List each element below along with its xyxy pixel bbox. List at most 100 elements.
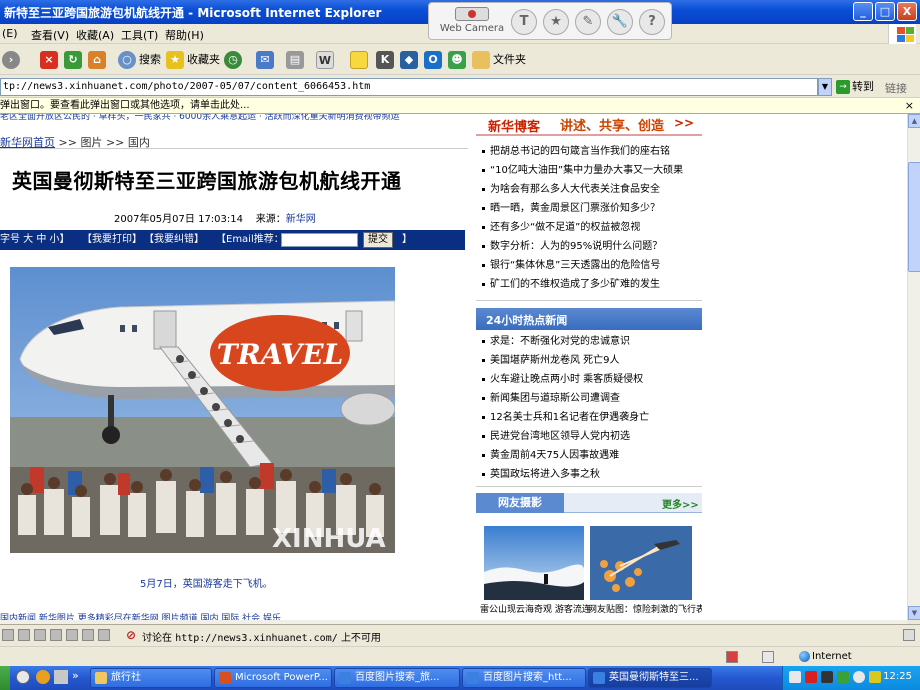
- list-item[interactable]: 英国政坛将进入多事之秋: [476, 465, 702, 484]
- menu-favorites[interactable]: 收藏(A): [76, 27, 114, 43]
- list-item[interactable]: 矿工们的不维权造成了多少矿难的发生: [476, 275, 702, 294]
- research-button[interactable]: ◆: [400, 49, 421, 71]
- list-item[interactable]: 为啥会有那么多人大代表关注食品安全: [476, 180, 702, 199]
- help-icon[interactable]: ?: [639, 9, 665, 35]
- discuss-icon[interactable]: [34, 629, 46, 641]
- mail-button[interactable]: ✉: [256, 49, 277, 71]
- home-button[interactable]: ⌂: [88, 49, 109, 71]
- forward-button[interactable]: ›: [2, 49, 23, 71]
- list-item[interactable]: 银行“集体休息”三天透露出的危险信号: [476, 256, 702, 275]
- popup-info-bar[interactable]: 弹出窗口。要查看此弹出窗口或其他选项，请单击此处... ×: [0, 98, 920, 114]
- quick-launch-icon[interactable]: [16, 670, 30, 684]
- maximize-button[interactable]: □: [875, 2, 895, 21]
- list-item[interactable]: 火车避让晚点两小时 乘客质疑侵权: [476, 370, 702, 389]
- taskbar-item-powerpoint[interactable]: Microsoft PowerP...: [214, 668, 332, 688]
- discuss-icon[interactable]: [50, 629, 62, 641]
- close-discuss-icon[interactable]: [903, 629, 915, 641]
- address-dropdown-icon[interactable]: ▼: [818, 78, 832, 96]
- tray-icon[interactable]: [821, 671, 833, 683]
- k-button[interactable]: K: [376, 49, 397, 71]
- menu-view[interactable]: 查看(V): [31, 27, 69, 43]
- menu-edit[interactable]: (E): [2, 27, 18, 40]
- email-input[interactable]: [281, 233, 358, 247]
- submit-button[interactable]: 提交: [363, 232, 393, 248]
- related-links-strip[interactable]: 国内新闻 新华图片 更多精彩尽在新华网 图片频道 国内 国际 社会 娱乐: [0, 612, 468, 620]
- list-item[interactable]: 求是：不断强化对党的忠诚意识: [476, 332, 702, 351]
- address-input[interactable]: tp://news3.xinhuanet.com/photo/2007-05/0…: [0, 78, 818, 96]
- scroll-down-icon[interactable]: ▼: [908, 606, 920, 620]
- discuss-icon[interactable]: [66, 629, 78, 641]
- folders-button[interactable]: 文件夹: [472, 49, 526, 71]
- history-button[interactable]: ◷: [224, 49, 245, 71]
- start-button[interactable]: [0, 666, 10, 690]
- taskbar-item-baidu-2[interactable]: 百度图片搜索_htt...: [462, 668, 586, 688]
- note-button[interactable]: [350, 49, 371, 71]
- stop-button[interactable]: ×: [40, 49, 61, 71]
- clock[interactable]: 12:25: [883, 671, 912, 682]
- scrollbar-thumb[interactable]: [908, 162, 920, 272]
- tray-icon[interactable]: [789, 671, 801, 683]
- wrench-icon[interactable]: 🔧: [607, 9, 633, 35]
- privacy-icon[interactable]: [762, 651, 774, 663]
- thumbnail-caption[interactable]: 网友贴图：惊险刺激的飞行表演(组图): [588, 604, 702, 616]
- list-item[interactable]: 民进党台湾地区领导人党内初选: [476, 427, 702, 446]
- vertical-scrollbar[interactable]: ▲ ▼: [907, 114, 920, 620]
- tray-icon[interactable]: [853, 671, 865, 683]
- list-item[interactable]: 还有多少“做不足道”的权益被忽视: [476, 218, 702, 237]
- edit-button[interactable]: W: [316, 49, 337, 71]
- correct-link[interactable]: 【我要纠错】: [144, 230, 204, 250]
- menu-tools[interactable]: 工具(T): [121, 27, 158, 43]
- edit-icon[interactable]: ✎: [575, 9, 601, 35]
- people-button[interactable]: ☻: [448, 49, 469, 71]
- list-item[interactable]: 数字分析：人为的95%说明什么问题？: [476, 237, 702, 256]
- webcam-button[interactable]: Web Camera: [437, 7, 507, 34]
- print-link[interactable]: 【我要打印】: [82, 230, 142, 250]
- blog-more-link[interactable]: >>: [674, 116, 694, 130]
- list-item[interactable]: 美国堪萨斯州龙卷风 死亡9人: [476, 351, 702, 370]
- tray-icon[interactable]: [837, 671, 849, 683]
- list-item[interactable]: 把胡总书记的四句箴言当作我们的座右铭: [476, 142, 702, 161]
- refresh-button[interactable]: ↻: [64, 49, 85, 71]
- list-item[interactable]: 12名美士兵和1名记者在伊遇袭身亡: [476, 408, 702, 427]
- messenger-button[interactable]: O: [424, 49, 445, 71]
- close-button[interactable]: X: [897, 2, 917, 21]
- taskbar-item-article[interactable]: 英国曼彻斯特至三...: [588, 668, 712, 688]
- source-link[interactable]: 新华网: [286, 214, 316, 225]
- list-item[interactable]: 黄金周前4天75人因事故遇难: [476, 446, 702, 465]
- taskbar-item-baidu-1[interactable]: 百度图片搜索_旅...: [334, 668, 460, 688]
- show-more-icon[interactable]: »: [72, 669, 79, 682]
- blog-title[interactable]: 新华博客: [488, 116, 540, 135]
- user-photos-tab[interactable]: 网友摄影: [476, 493, 564, 513]
- thumbnail-air-show[interactable]: [590, 526, 692, 600]
- scroll-up-icon[interactable]: ▲: [908, 114, 920, 128]
- article-photo[interactable]: TRAVEL XINHUA: [10, 267, 395, 553]
- list-item[interactable]: 新闻集团与道琼斯公司遭调查: [476, 389, 702, 408]
- tray-icon[interactable]: [805, 671, 817, 683]
- search-button[interactable]: ○ 搜索: [118, 49, 161, 71]
- list-item[interactable]: 晒一晒，黄金周景区门票涨价知多少？: [476, 199, 702, 218]
- discuss-icon[interactable]: [2, 629, 14, 641]
- news-ticker[interactable]: 老区全面开放区公民的 · 草样头，一民家共 · 6000余人乘意起运 · 活跃而…: [0, 114, 468, 122]
- star-icon[interactable]: ★: [543, 9, 569, 35]
- discuss-icon[interactable]: [18, 629, 30, 641]
- thumbnail-caption[interactable]: 雷公山现云海奇观 游客流连忘返(组图): [480, 604, 592, 616]
- infobar-close-icon[interactable]: ×: [905, 98, 914, 113]
- taskbar-item-travel-agency[interactable]: 旅行社: [90, 668, 212, 688]
- popup-blocked-icon[interactable]: [726, 651, 738, 663]
- favorites-button[interactable]: ★ 收藏夹: [166, 49, 220, 71]
- firefox-icon[interactable]: [36, 670, 50, 684]
- font-size-links[interactable]: 字号 大 中 小】: [0, 230, 70, 250]
- app-icon[interactable]: [54, 670, 68, 684]
- discuss-icon[interactable]: [98, 629, 110, 641]
- text-icon[interactable]: T: [511, 9, 537, 35]
- list-item[interactable]: “10亿吨大油田”集中力量办大事又一大硕果: [476, 161, 702, 180]
- links-label[interactable]: 链接: [885, 80, 907, 96]
- tray-icon[interactable]: [869, 671, 881, 683]
- user-photos-more-link[interactable]: 更多>>: [662, 496, 699, 511]
- thumbnail-sea-of-clouds[interactable]: [484, 526, 584, 600]
- print-button[interactable]: ▤: [286, 49, 307, 71]
- discuss-icon[interactable]: [82, 629, 94, 641]
- go-button[interactable]: → 转到: [836, 78, 874, 96]
- menu-help[interactable]: 帮助(H): [165, 27, 204, 43]
- minimize-button[interactable]: _: [853, 2, 873, 21]
